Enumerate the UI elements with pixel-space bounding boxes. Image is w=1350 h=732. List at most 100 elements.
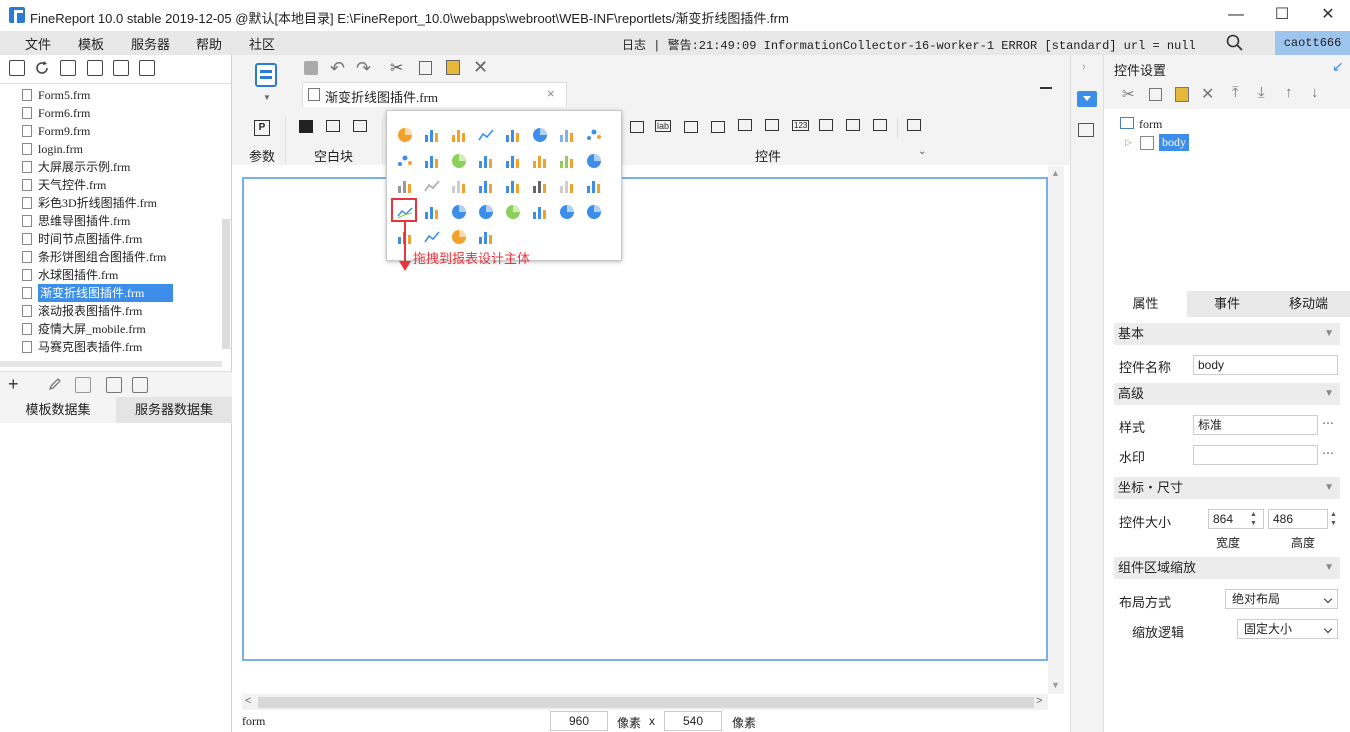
tab-current-file[interactable]: 渐变折线图插件.frm ×: [302, 82, 567, 107]
tab-server-dataset[interactable]: 服务器数据集: [116, 397, 232, 423]
canvas-width-input[interactable]: 960: [550, 711, 608, 731]
widget-settings-icon[interactable]: [1077, 91, 1097, 107]
checkbox-group-icon[interactable]: [873, 119, 887, 131]
preview-icon[interactable]: [106, 377, 122, 393]
copy-icon[interactable]: [139, 60, 155, 76]
watermark-more-button[interactable]: ⋯: [1318, 445, 1338, 465]
tab-mobile[interactable]: 移动端: [1267, 291, 1350, 317]
cloud-chart-icon[interactable]: [423, 203, 441, 221]
tab-close-icon[interactable]: ×: [547, 86, 555, 101]
move-bottom-icon[interactable]: ⤓: [1258, 84, 1265, 101]
button-widget-icon[interactable]: [684, 121, 698, 133]
menu-community[interactable]: 社区: [249, 34, 275, 53]
parameter-icon[interactable]: P: [254, 120, 270, 136]
tree-chart-icon[interactable]: [450, 177, 468, 195]
combo-widget-icon[interactable]: [711, 121, 725, 133]
file-item[interactable]: 滚动报表图插件.frm: [22, 302, 142, 320]
expand-chevron-icon[interactable]: ⌄: [918, 146, 926, 157]
file-item[interactable]: 疫情大屏_mobile.frm: [22, 320, 146, 338]
paste-icon[interactable]: [1175, 87, 1189, 102]
style-more-button[interactable]: ⋯: [1318, 415, 1338, 435]
tab-attributes[interactable]: 属性: [1104, 291, 1187, 317]
tree-body-node[interactable]: body: [1159, 134, 1189, 151]
bar-pie-chart-icon[interactable]: [450, 228, 468, 246]
file-item[interactable]: Form6.frm: [22, 104, 90, 122]
scale-select[interactable]: 固定大小: [1237, 619, 1338, 639]
collapse-arrow-icon[interactable]: ›: [1082, 61, 1086, 73]
file-item[interactable]: 思维导图插件.frm: [22, 212, 130, 230]
user-name[interactable]: caott666: [1275, 31, 1350, 55]
move-down-icon[interactable]: ↓: [1311, 84, 1319, 101]
tab-events[interactable]: 事件: [1187, 291, 1267, 317]
edit-dataset-icon[interactable]: [132, 377, 148, 393]
file-item[interactable]: 水球图插件.frm: [22, 266, 118, 284]
bubble-chart-icon[interactable]: [396, 152, 414, 170]
split-layout-icon[interactable]: [326, 120, 340, 132]
save-icon[interactable]: [304, 61, 318, 75]
area-chart-icon[interactable]: [504, 126, 522, 144]
text-field-icon[interactable]: [630, 121, 644, 133]
watermark-input[interactable]: [1193, 445, 1318, 465]
section-basic[interactable]: 基本 ▼: [1114, 323, 1340, 345]
new-report-icon[interactable]: [254, 62, 278, 90]
table-chart-icon[interactable]: [504, 177, 522, 195]
tree-expand-icon[interactable]: ▷: [1125, 137, 1132, 148]
body-container[interactable]: [242, 177, 1048, 661]
open-template-icon[interactable]: [60, 60, 76, 76]
globe-chart-icon[interactable]: [585, 152, 603, 170]
file-item[interactable]: Form9.frm: [22, 122, 90, 140]
undo-icon[interactable]: ↶: [330, 58, 345, 79]
tab-list-icon[interactable]: [1040, 87, 1052, 97]
component-lib-icon[interactable]: [1078, 123, 1094, 137]
calendar-widget-icon[interactable]: [765, 119, 779, 131]
mind-map-icon[interactable]: [477, 228, 495, 246]
text-chart-icon[interactable]: [531, 203, 549, 221]
heat-grid-icon[interactable]: [531, 152, 549, 170]
search-widget-icon[interactable]: [907, 119, 921, 131]
move-up-icon[interactable]: ↑: [1285, 84, 1293, 101]
line-chart-icon[interactable]: [477, 126, 495, 144]
h-scrollbar[interactable]: [0, 361, 222, 367]
section-zoom[interactable]: 组件区域缩放 ▼: [1114, 557, 1340, 579]
tab-template-dataset[interactable]: 模板数据集: [0, 397, 116, 423]
liquid-chart-icon[interactable]: [504, 203, 522, 221]
stepper-arrows-icon[interactable]: ▲ ▼: [1330, 510, 1337, 528]
gantt-chart-icon[interactable]: [396, 177, 414, 195]
file-item[interactable]: 彩色3D折线图插件.frm: [22, 194, 157, 212]
tab-layout-icon[interactable]: [353, 120, 367, 132]
style-input[interactable]: 标准: [1193, 415, 1318, 435]
pie-chart-icon[interactable]: [396, 126, 414, 144]
scrollbar[interactable]: [222, 219, 230, 349]
gauge-chart-icon[interactable]: [531, 126, 549, 144]
settings-icon[interactable]: [87, 60, 103, 76]
stock-chart-icon[interactable]: [423, 177, 441, 195]
move-top-icon[interactable]: ⤒: [1232, 84, 1239, 101]
region-map-icon[interactable]: [504, 152, 522, 170]
pin-icon[interactable]: ↙: [1332, 58, 1344, 75]
log-message[interactable]: 日志 | 警告:21:49:09 InformationCollector-16…: [622, 36, 1196, 53]
radar-chart-icon[interactable]: [558, 126, 576, 144]
mosaic-chart-icon[interactable]: [585, 177, 603, 195]
earth2-chart-icon[interactable]: [477, 203, 495, 221]
earth-chart-icon[interactable]: [450, 203, 468, 221]
refresh-icon[interactable]: [34, 60, 50, 76]
stepper-arrows-icon[interactable]: ▲ ▼: [1250, 510, 1257, 528]
height-stepper[interactable]: 486: [1268, 509, 1328, 529]
funnel-chart-icon[interactable]: [558, 152, 576, 170]
copy-icon[interactable]: [419, 61, 432, 75]
redo-icon[interactable]: ↷: [356, 58, 371, 79]
cut-icon[interactable]: ✂: [390, 58, 403, 78]
file-item[interactable]: 天气控件.frm: [22, 176, 106, 194]
delete-icon[interactable]: [113, 60, 129, 76]
menu-file[interactable]: 文件: [25, 34, 51, 53]
edit-icon[interactable]: [48, 377, 62, 391]
wave-chart-icon[interactable]: [477, 177, 495, 195]
bar-chart-icon[interactable]: [423, 126, 441, 144]
date-widget-icon[interactable]: [738, 119, 752, 131]
delete-icon[interactable]: ✕: [1201, 84, 1214, 104]
label-widget-icon[interactable]: lab: [655, 120, 672, 132]
file-item[interactable]: 马赛克图表插件.frm: [22, 338, 142, 356]
ring-chart-icon[interactable]: [558, 203, 576, 221]
paste-icon[interactable]: [446, 60, 460, 75]
new-folder-icon[interactable]: [9, 60, 25, 76]
